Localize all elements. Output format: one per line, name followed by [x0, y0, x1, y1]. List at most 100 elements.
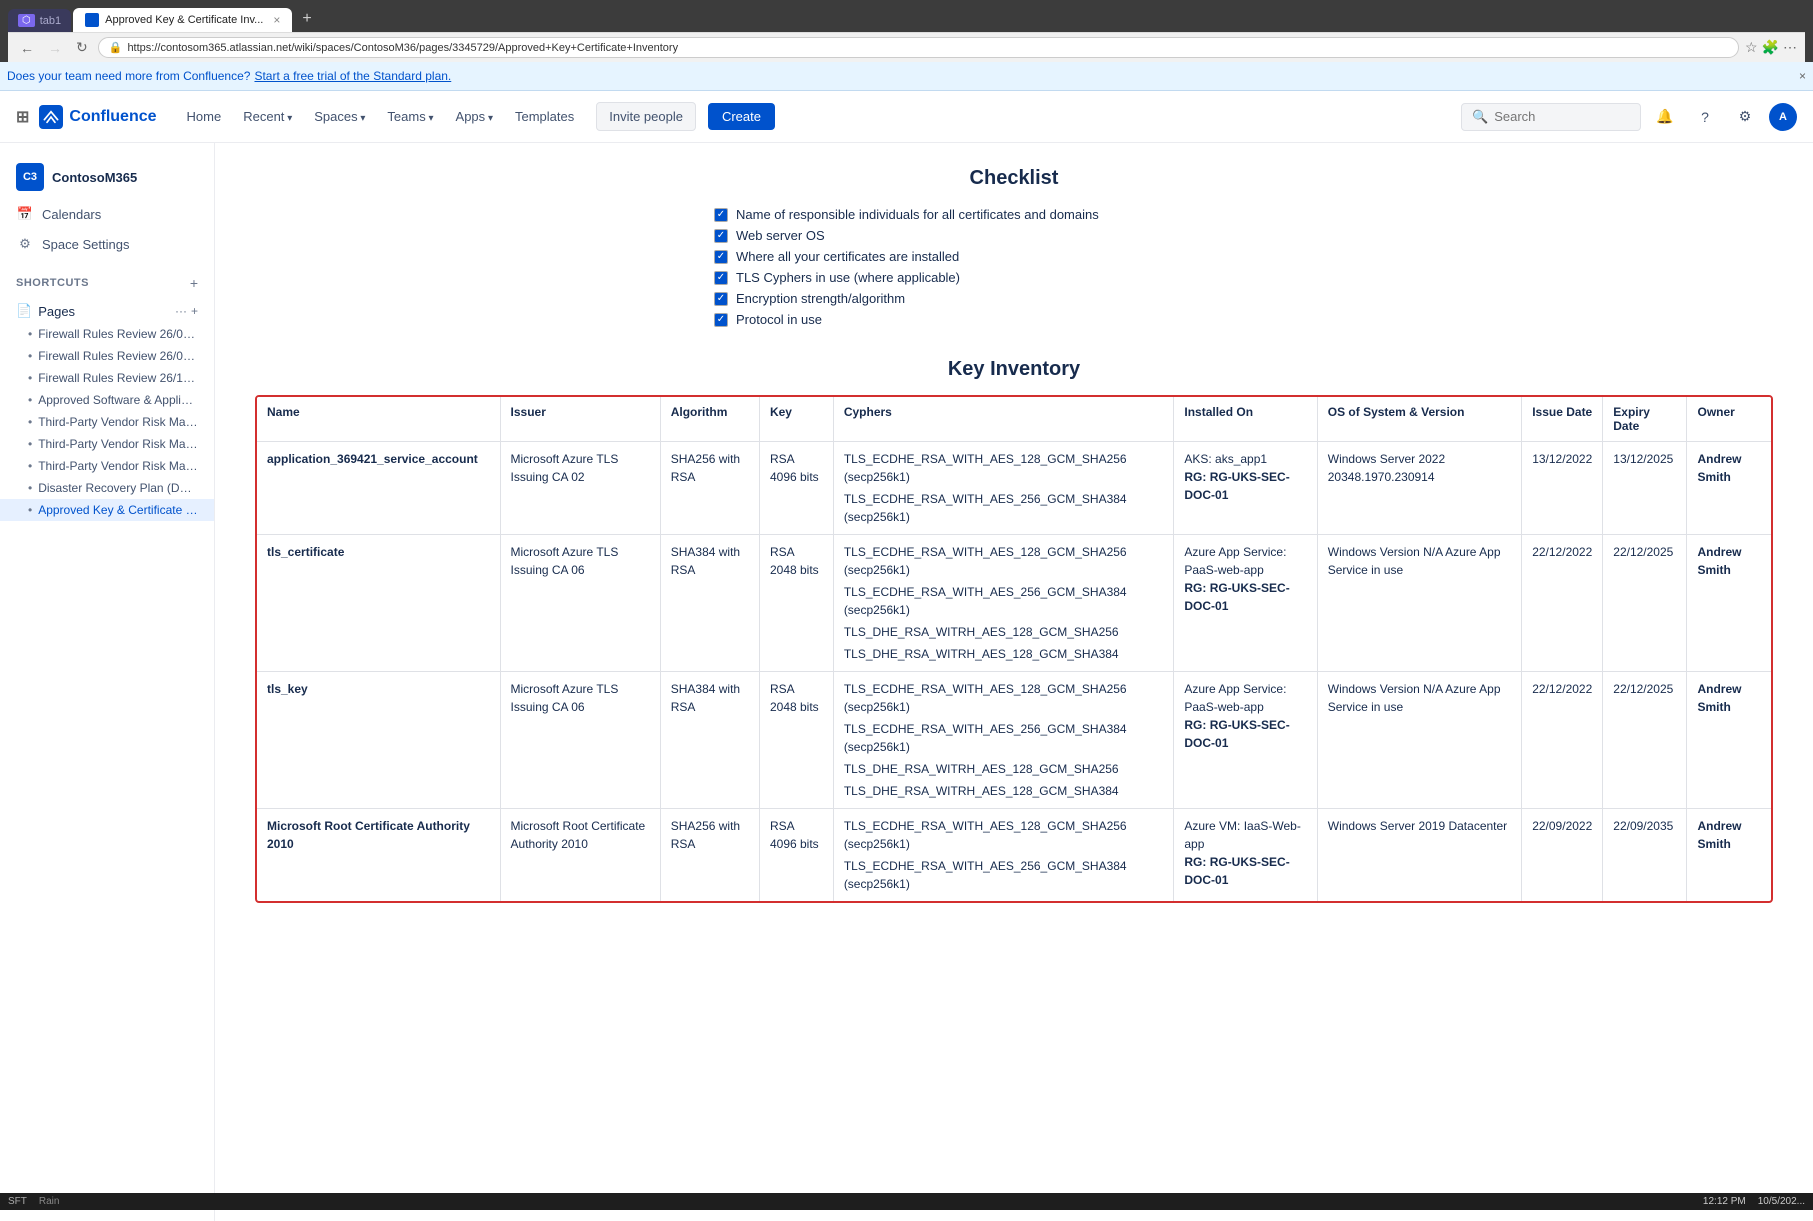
row1-installed-secondary: RG: RG-UKS-SEC-DOC-01 — [1184, 470, 1289, 502]
row1-cyphers: TLS_ECDHE_RSA_WITH_AES_128_GCM_SHA256 (s… — [833, 442, 1174, 535]
search-input[interactable] — [1494, 109, 1630, 124]
notifications-icon[interactable]: 🔔 — [1649, 101, 1681, 133]
page-link-firewall-2[interactable]: Firewall Rules Review 26/03/2023 — [0, 345, 214, 367]
page-link-firewall-3[interactable]: Firewall Rules Review 26/10/2022 — [0, 367, 214, 389]
browser-tab-active[interactable]: Approved Key & Certificate Inv... × — [73, 8, 292, 32]
inprivate-icon: ⬡ — [18, 14, 35, 27]
row1-expiry-date: 13/12/2025 — [1603, 442, 1687, 535]
col-key: Key — [759, 397, 833, 442]
nav-templates[interactable]: Templates — [505, 103, 584, 130]
row3-issuer: Microsoft Azure TLS Issuing CA 06 — [500, 672, 660, 809]
checkbox-5[interactable] — [714, 313, 728, 327]
calendars-label: Calendars — [42, 207, 101, 222]
col-issuer: Issuer — [500, 397, 660, 442]
nav-recent[interactable]: Recent — [233, 103, 302, 130]
add-shortcut-icon[interactable]: + — [190, 275, 198, 291]
banner: Does your team need more from Confluence… — [0, 62, 1813, 91]
row2-owner: Andrew Smith — [1687, 535, 1771, 672]
nav-apps[interactable]: Apps — [446, 103, 503, 130]
nav-spaces[interactable]: Spaces — [304, 103, 375, 130]
checklist-item-5: Protocol in use — [714, 309, 1314, 330]
confluence-logo-text: Confluence — [69, 108, 156, 126]
key-inventory-title: Key Inventory — [255, 358, 1773, 381]
row1-installed-on: AKS: aks_app1 RG: RG-UKS-SEC-DOC-01 — [1174, 442, 1317, 535]
key-inventory-table: Name Issuer Algorithm Key Cyphers Instal… — [257, 397, 1771, 901]
checkbox-1[interactable] — [714, 229, 728, 243]
page-link-approved-software[interactable]: Approved Software & Applications... — [0, 389, 214, 411]
nav-logo-area[interactable]: ⊞ Confluence — [16, 105, 157, 129]
inprivate-label: tab1 — [40, 15, 61, 27]
help-icon[interactable]: ? — [1689, 101, 1721, 133]
row1-issuer: Microsoft Azure TLS Issuing CA 02 — [500, 442, 660, 535]
create-button[interactable]: Create — [708, 103, 775, 130]
row3-cypher-2: TLS_DHE_RSA_WITRH_AES_128_GCM_SHA256 — [844, 760, 1164, 778]
checkbox-4[interactable] — [714, 292, 728, 306]
row3-expiry-date: 22/12/2025 — [1603, 672, 1687, 809]
col-cyphers: Cyphers — [833, 397, 1174, 442]
checklist-text-5: Protocol in use — [736, 312, 822, 327]
calendar-icon: 📅 — [16, 205, 34, 223]
checkbox-0[interactable] — [714, 208, 728, 222]
space-header[interactable]: C3 ContosoM365 — [0, 155, 214, 199]
nav-teams[interactable]: Teams — [377, 103, 443, 130]
page-link-drp[interactable]: Disaster Recovery Plan (DRP) — [0, 477, 214, 499]
pages-actions: ··· + — [175, 304, 198, 318]
browser-tab-inprivate[interactable]: ⬡ tab1 — [8, 9, 71, 32]
row4-issue-date: 22/09/2022 — [1522, 809, 1603, 902]
refresh-button[interactable]: ↻ — [72, 37, 92, 58]
col-expiry-date: Expiry Date — [1603, 397, 1687, 442]
row3-installed-secondary: RG: RG-UKS-SEC-DOC-01 — [1184, 718, 1289, 750]
main-layout: C3 ContosoM365 📅 Calendars ⚙ Space Setti… — [0, 143, 1813, 1221]
shortcuts-header: SHORTCUTS + — [0, 267, 214, 295]
banner-link[interactable]: Start a free trial of the Standard plan. — [254, 69, 451, 83]
row2-os: Windows Version N/A Azure App Service in… — [1317, 535, 1521, 672]
space-settings-icon: ⚙ — [16, 235, 34, 253]
row4-installed-primary: Azure VM: IaaS-Web-app — [1184, 819, 1300, 851]
apps-grid-icon[interactable]: ⊞ — [16, 107, 29, 127]
page-link-key-inventory[interactable]: Approved Key & Certificate Invent... — [0, 499, 214, 521]
new-tab-button[interactable]: + — [294, 6, 319, 32]
space-settings-label: Space Settings — [42, 237, 129, 252]
forward-button[interactable]: → — [44, 38, 66, 58]
row1-key: RSA 4096 bits — [759, 442, 833, 535]
row2-installed-on: Azure App Service: PaaS-web-app RG: RG-U… — [1174, 535, 1317, 672]
checkbox-3[interactable] — [714, 271, 728, 285]
settings-icon[interactable]: ⚙ — [1729, 101, 1761, 133]
page-link-vendor-risk-2[interactable]: Third-Party Vendor Risk Managem... — [0, 433, 214, 455]
invite-people-button[interactable]: Invite people — [596, 102, 696, 131]
status-time: 12:12 PM — [1703, 1196, 1746, 1207]
star-icon[interactable]: ☆ — [1745, 39, 1758, 56]
avatar[interactable]: A — [1769, 103, 1797, 131]
row4-algorithm: SHA256 with RSA — [660, 809, 759, 902]
address-bar-container: 🔒 — [98, 37, 1739, 58]
sidebar-space-settings[interactable]: ⚙ Space Settings — [0, 229, 214, 259]
top-navigation: ⊞ Confluence Home Recent Spaces Teams Ap… — [0, 91, 1813, 143]
checkbox-2[interactable] — [714, 250, 728, 264]
pages-label-text[interactable]: Pages — [38, 304, 75, 319]
search-icon: 🔍 — [1472, 109, 1488, 125]
menu-icon[interactable]: ⋯ — [1783, 39, 1797, 56]
search-box[interactable]: 🔍 — [1461, 103, 1641, 131]
address-input[interactable] — [127, 42, 1728, 54]
table-row: tls_certificate Microsoft Azure TLS Issu… — [257, 535, 1771, 672]
page-link-vendor-risk-1[interactable]: Third-Party Vendor Risk Managem... — [0, 411, 214, 433]
tab-title: Approved Key & Certificate Inv... — [105, 14, 263, 26]
confluence-logo-icon — [39, 105, 63, 129]
banner-close-icon[interactable]: × — [1799, 69, 1806, 83]
row3-algorithm: SHA384 with RSA — [660, 672, 759, 809]
checklist-item-0: Name of responsible individuals for all … — [714, 204, 1314, 225]
tab-close-icon[interactable]: × — [273, 13, 280, 27]
pages-add-icon[interactable]: + — [191, 304, 198, 318]
nav-home[interactable]: Home — [177, 103, 232, 130]
back-button[interactable]: ← — [16, 38, 38, 58]
page-link-firewall-1[interactable]: Firewall Rules Review 26/09/2023 — [0, 323, 214, 345]
extension-icon[interactable]: 🧩 — [1762, 39, 1779, 56]
pages-more-icon[interactable]: ··· — [175, 304, 187, 318]
row3-owner: Andrew Smith — [1687, 672, 1771, 809]
sidebar-calendars[interactable]: 📅 Calendars — [0, 199, 214, 229]
row2-cypher-2: TLS_DHE_RSA_WITRH_AES_128_GCM_SHA256 — [844, 623, 1164, 641]
checklist-item-2: Where all your certificates are installe… — [714, 246, 1314, 267]
row4-os: Windows Server 2019 Datacenter — [1317, 809, 1521, 902]
table-row: Microsoft Root Certificate Authority 201… — [257, 809, 1771, 902]
page-link-vendor-risk-3[interactable]: Third-Party Vendor Risk Managem... — [0, 455, 214, 477]
